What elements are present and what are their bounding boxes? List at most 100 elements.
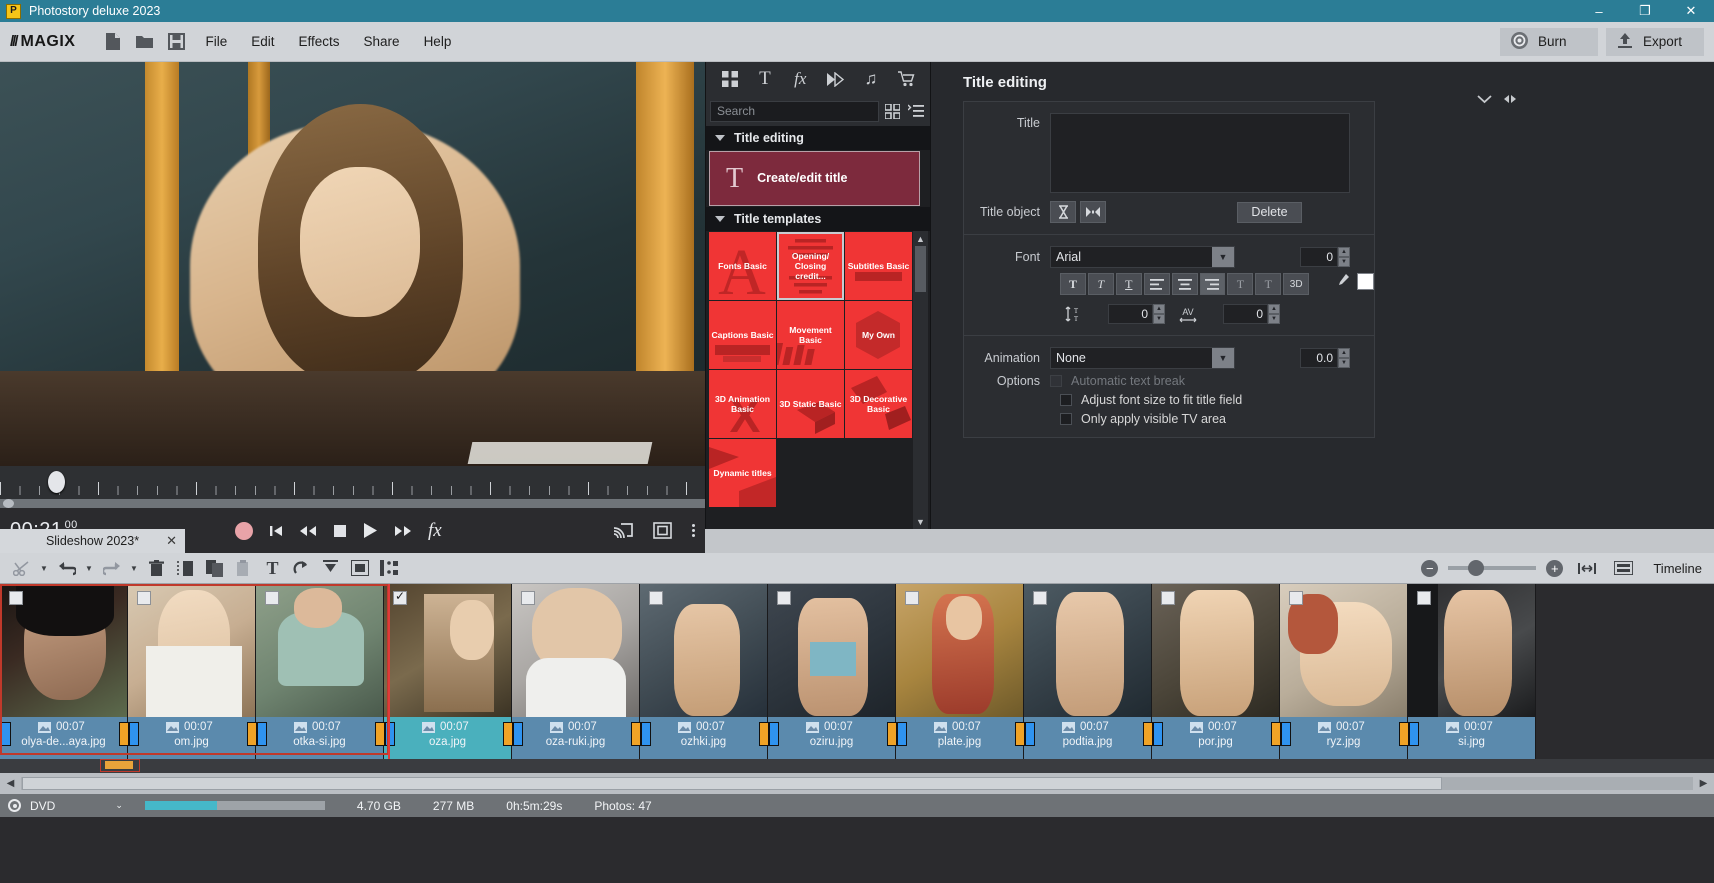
title-object-fit-button[interactable] bbox=[1080, 201, 1106, 223]
scroll-down-icon[interactable]: ▼ bbox=[913, 514, 928, 529]
transition-handle[interactable] bbox=[759, 722, 779, 746]
chevron-down-icon[interactable]: ▼ bbox=[1212, 247, 1234, 267]
font-size-input[interactable]: 0 bbox=[1300, 247, 1338, 267]
template-tile[interactable]: Movement Basic bbox=[777, 301, 844, 369]
redo-button[interactable] bbox=[98, 556, 125, 581]
burn-button[interactable]: Burn bbox=[1500, 27, 1598, 56]
table-row[interactable]: 00:07 ozhki.jpg bbox=[631, 584, 768, 759]
three-d-text-button[interactable]: 3D bbox=[1283, 273, 1310, 295]
record-button[interactable] bbox=[235, 521, 253, 540]
fullscreen-icon[interactable] bbox=[653, 522, 672, 539]
tab-audio[interactable]: ♫ bbox=[856, 65, 886, 93]
preview-scrubber[interactable] bbox=[0, 466, 705, 499]
transition-handle[interactable] bbox=[119, 722, 139, 746]
stepper-up-icon[interactable]: ▲ bbox=[1338, 348, 1350, 358]
cut-clip-button[interactable] bbox=[172, 556, 199, 581]
font-family-select[interactable]: Arial ▼ bbox=[1050, 246, 1235, 268]
template-tile[interactable]: Opening/ Closing credit... bbox=[777, 232, 844, 300]
clip-checkbox[interactable] bbox=[265, 591, 279, 605]
scrollbar-track[interactable] bbox=[21, 777, 1693, 790]
template-tile[interactable]: 3D Decorative Basic bbox=[845, 370, 912, 438]
cut-tool-button[interactable] bbox=[8, 556, 35, 581]
template-tile[interactable]: A Fonts Basic bbox=[709, 232, 776, 300]
stepper-down-icon[interactable]: ▼ bbox=[1268, 314, 1280, 324]
menu-item-share[interactable]: Share bbox=[352, 30, 412, 53]
list-view-icon[interactable] bbox=[907, 100, 927, 122]
slideshow-maker-button[interactable] bbox=[346, 556, 373, 581]
clip-checkbox[interactable] bbox=[905, 591, 919, 605]
clip-thumbnail[interactable] bbox=[128, 584, 255, 717]
clip-thumbnail[interactable] bbox=[768, 584, 895, 717]
template-tile[interactable]: Dynamic titles bbox=[709, 439, 776, 507]
scene-overview-button[interactable] bbox=[375, 556, 402, 581]
stepper-up-icon[interactable]: ▲ bbox=[1338, 247, 1350, 257]
chevron-down-icon[interactable]: ▼ bbox=[1212, 348, 1234, 368]
position-knob[interactable] bbox=[3, 499, 14, 508]
delete-button[interactable] bbox=[143, 556, 170, 581]
align-right-button[interactable] bbox=[1199, 273, 1226, 295]
letter-spacing-input[interactable]: 0 bbox=[1223, 304, 1268, 324]
timeline-mode-label[interactable]: Timeline bbox=[1653, 561, 1702, 576]
transition-handle[interactable] bbox=[1399, 722, 1419, 746]
zoom-slider[interactable] bbox=[1448, 560, 1537, 576]
section-title-templates[interactable]: Title templates bbox=[706, 207, 930, 231]
clip-checkbox[interactable] bbox=[9, 591, 23, 605]
undo-caret[interactable]: ▼ bbox=[82, 556, 96, 581]
transition-handle[interactable] bbox=[1271, 722, 1291, 746]
table-row[interactable]: 00:07 plate.jpg bbox=[887, 584, 1024, 759]
tab-transitions[interactable] bbox=[821, 65, 851, 93]
template-tile[interactable]: Captions Basic bbox=[709, 301, 776, 369]
zoom-slider-handle[interactable] bbox=[1468, 560, 1485, 576]
tab-store[interactable] bbox=[891, 65, 921, 93]
cut-tool-caret[interactable]: ▼ bbox=[37, 556, 51, 581]
clip-thumbnail[interactable] bbox=[1152, 584, 1279, 717]
underline-button[interactable]: T bbox=[1115, 273, 1142, 295]
eyedropper-icon[interactable] bbox=[1335, 273, 1350, 288]
stop-button[interactable] bbox=[333, 524, 347, 538]
scroll-left-icon[interactable]: ◀ bbox=[0, 773, 21, 794]
italic-button[interactable]: T bbox=[1087, 273, 1114, 295]
search-input[interactable] bbox=[710, 100, 879, 122]
clip-checkbox[interactable] bbox=[521, 591, 535, 605]
align-center-button[interactable] bbox=[1171, 273, 1198, 295]
effects-fx-button[interactable]: fx bbox=[428, 520, 442, 542]
skip-start-button[interactable] bbox=[269, 524, 283, 538]
title-object-duration-button[interactable] bbox=[1050, 201, 1076, 223]
clip-checkbox[interactable] bbox=[1161, 591, 1175, 605]
zoom-out-button[interactable]: − bbox=[1421, 559, 1439, 577]
clip-thumbnail[interactable] bbox=[640, 584, 767, 717]
outline-text-button[interactable]: T bbox=[1227, 273, 1254, 295]
minimize-button[interactable]: – bbox=[1576, 0, 1622, 22]
clip-thumbnail[interactable] bbox=[896, 584, 1023, 717]
clip-checkbox[interactable] bbox=[1289, 591, 1303, 605]
save-project-icon[interactable] bbox=[161, 28, 191, 56]
rotate-button[interactable] bbox=[288, 556, 315, 581]
fit-to-window-icon[interactable] bbox=[1573, 556, 1600, 581]
new-project-icon[interactable] bbox=[97, 28, 127, 56]
export-button[interactable]: Export bbox=[1606, 27, 1704, 56]
grid-view-icon[interactable] bbox=[883, 100, 903, 122]
zoom-in-button[interactable]: + bbox=[1546, 559, 1564, 577]
timeline-overview[interactable] bbox=[0, 759, 1714, 773]
clip-checkbox[interactable] bbox=[1417, 591, 1431, 605]
stepper-up-icon[interactable]: ▲ bbox=[1268, 304, 1280, 314]
transition-handle[interactable] bbox=[1143, 722, 1163, 746]
timeline-horizontal-scrollbar[interactable]: ◀ ▶ bbox=[0, 773, 1714, 794]
play-button[interactable] bbox=[363, 522, 378, 539]
letter-spacing-stepper[interactable]: ▲ ▼ bbox=[1268, 304, 1280, 324]
adjust-font-size-checkbox[interactable] bbox=[1060, 394, 1072, 406]
table-row[interactable]: 00:07 om.jpg bbox=[119, 584, 256, 759]
menu-item-effects[interactable]: Effects bbox=[287, 30, 352, 53]
animation-select[interactable]: None ▼ bbox=[1050, 347, 1235, 369]
transition-handle[interactable] bbox=[247, 722, 267, 746]
scrubber-handle[interactable] bbox=[48, 471, 65, 493]
stepper-down-icon[interactable]: ▼ bbox=[1338, 358, 1350, 368]
bold-button[interactable]: T bbox=[1060, 273, 1086, 295]
transition-handle[interactable] bbox=[0, 722, 11, 746]
font-size-stepper[interactable]: ▲ ▼ bbox=[1338, 247, 1350, 267]
template-tile[interactable]: Subtitles Basic bbox=[845, 232, 912, 300]
clip-checkbox[interactable] bbox=[649, 591, 663, 605]
clip-thumbnail[interactable] bbox=[0, 584, 127, 717]
tab-effects[interactable]: fx bbox=[785, 65, 815, 93]
animation-speed-input[interactable]: 0.0 bbox=[1300, 348, 1338, 368]
